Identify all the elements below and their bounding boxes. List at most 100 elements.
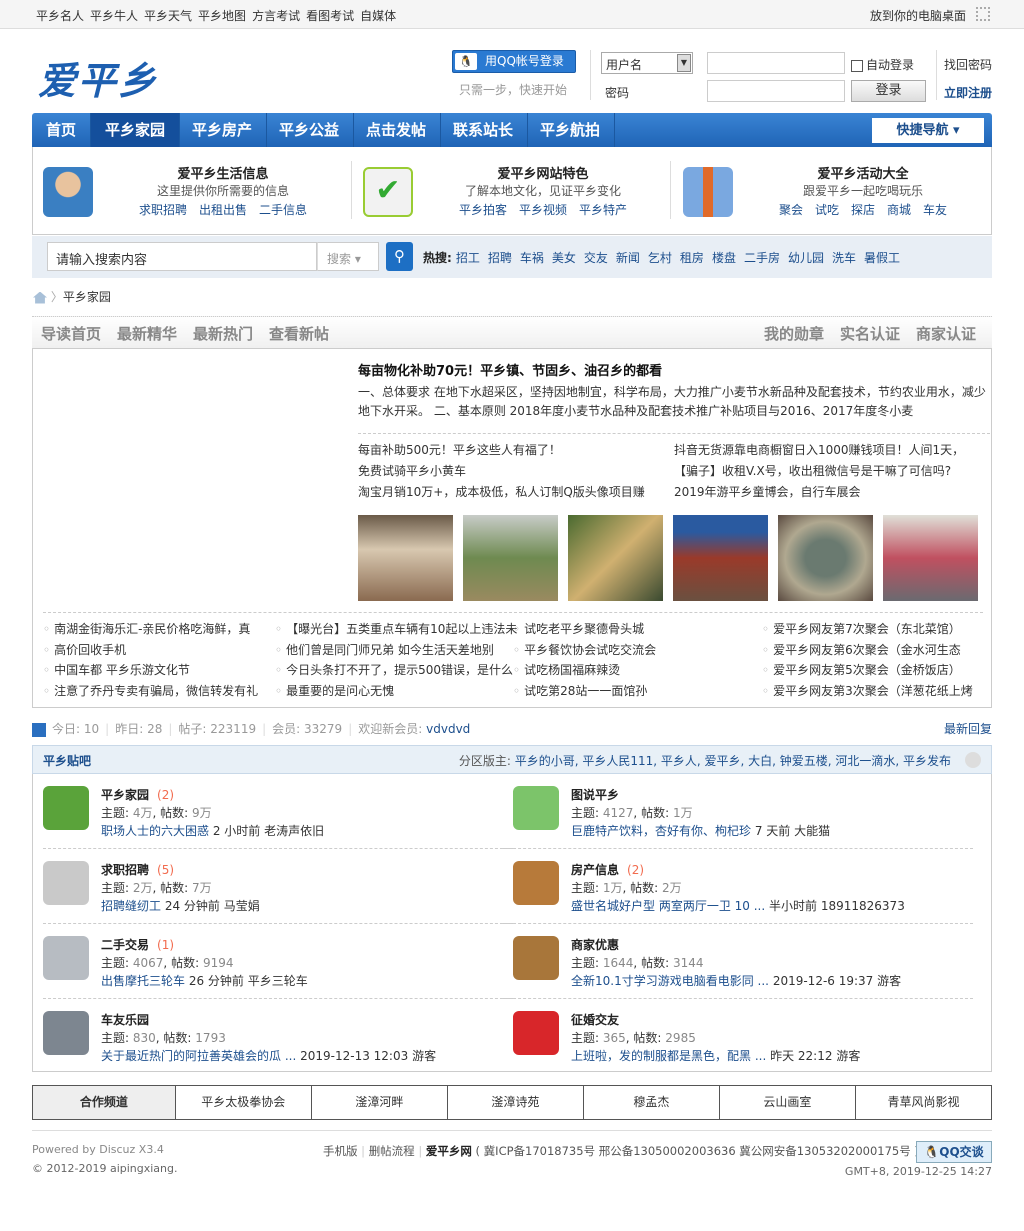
top-link[interactable]: 平乡名人	[36, 9, 84, 23]
forum-icon[interactable]	[513, 1011, 559, 1055]
list-item[interactable]: 中国车都 平乡乐游文化节	[43, 660, 258, 681]
qq-login-button[interactable]: 🐧 用QQ帐号登录	[452, 50, 576, 73]
forum-icon[interactable]	[43, 1011, 89, 1055]
headline-title[interactable]: 每亩物化补助70元！平乡镇、节固乡、油召乡的都看	[358, 360, 662, 379]
news-item[interactable]: 免费试骑平乡小黄车	[358, 461, 645, 482]
forum-name[interactable]: 图说平乡	[571, 788, 619, 802]
section-title[interactable]: 平乡贴吧	[43, 752, 91, 769]
forum-name[interactable]: 二手交易	[101, 938, 149, 952]
forum-name[interactable]: 求职招聘	[101, 863, 149, 877]
last-post-author[interactable]: 游客	[412, 1049, 436, 1063]
last-post-author[interactable]: 18911826373	[821, 899, 905, 913]
forum-name[interactable]: 征婚交友	[571, 1013, 619, 1027]
feature-link[interactable]: 平乡拍客	[459, 203, 507, 217]
new-member-link[interactable]: vdvdvd	[426, 722, 470, 736]
hot-keyword[interactable]: 招聘	[488, 251, 512, 265]
feature-link[interactable]: 平乡特产	[579, 203, 627, 217]
qq-talk-button[interactable]: 🐧QQ交谈	[916, 1141, 992, 1163]
forum-icon[interactable]	[513, 936, 559, 980]
subnav-new[interactable]: 查看新帖	[269, 323, 329, 344]
list-item[interactable]: 爱平乡网友第6次聚会（金水河生态	[762, 640, 973, 661]
hot-keyword[interactable]: 车祸	[520, 251, 544, 265]
last-post-link[interactable]: 全新10.1寸学习游戏电脑看电影同 ...	[571, 974, 769, 988]
hot-keyword[interactable]: 美女	[552, 251, 576, 265]
list-item[interactable]: 高价回收手机	[43, 640, 258, 661]
site-link[interactable]: 爱平乡网	[426, 1144, 472, 1158]
login-button[interactable]: 登录	[851, 80, 926, 102]
list-item[interactable]: 他们曾是同门师兄弟 如今生活天差地别	[275, 640, 517, 661]
top-link[interactable]: 平乡天气	[144, 9, 192, 23]
subnav-hot[interactable]: 最新热门	[193, 323, 253, 344]
nav-home[interactable]: 首页	[32, 113, 92, 147]
nav-post[interactable]: 点击发帖	[352, 113, 442, 147]
nav-pingxiang-home[interactable]: 平乡家园	[91, 113, 181, 147]
list-item[interactable]: 【曝光台】五类重点车辆有10起以上违法未	[275, 619, 517, 640]
login-type-select[interactable]: 用户名 ▼	[601, 52, 693, 74]
forum-name[interactable]: 平乡家园	[101, 788, 149, 802]
last-post-author[interactable]: 马莹娟	[224, 899, 260, 913]
hot-keyword[interactable]: 招工	[456, 251, 480, 265]
top-link[interactable]: 平乡牛人	[90, 9, 138, 23]
hot-keyword[interactable]: 洗车	[832, 251, 856, 265]
home-icon[interactable]	[33, 291, 47, 304]
subnav-merchant[interactable]: 商家认证	[916, 323, 976, 344]
list-item[interactable]: 平乡餐饮协会试吃交流会	[513, 640, 656, 661]
forum-name[interactable]: 房产信息	[571, 863, 619, 877]
hot-keyword[interactable]: 乞村	[648, 251, 672, 265]
last-post-author[interactable]: 游客	[877, 974, 901, 988]
subnav-digest[interactable]: 最新精华	[117, 323, 177, 344]
quick-nav-button[interactable]: 快捷导航 ▾	[872, 118, 984, 143]
list-item[interactable]: 最重要的是问心无愧	[275, 681, 517, 702]
hot-keyword[interactable]: 暑假工	[864, 251, 900, 265]
partner-link[interactable]: 滏漳诗苑	[446, 1086, 583, 1119]
photo-thumbnail[interactable]	[463, 515, 558, 601]
last-post-link[interactable]: 盛世名城好户型 两室两厅一卫 10 ...	[571, 899, 765, 913]
forum-icon[interactable]	[513, 786, 559, 830]
feature-link[interactable]: 试吃	[815, 203, 839, 217]
last-post-link[interactable]: 职场人士的六大困惑	[101, 824, 209, 838]
breadcrumb-current[interactable]: 平乡家园	[63, 290, 111, 304]
search-button[interactable]: ⚲	[386, 242, 413, 271]
nav-aerial[interactable]: 平乡航拍	[526, 113, 616, 147]
forum-name[interactable]: 车友乐园	[101, 1013, 149, 1027]
top-link[interactable]: 自媒体	[360, 9, 396, 23]
forum-icon[interactable]	[43, 786, 89, 830]
list-item[interactable]: 爱平乡网友第5次聚会（金桥饭店）	[762, 660, 973, 681]
news-item[interactable]: 每亩补助500元！平乡这些人有福了！	[358, 440, 645, 461]
partner-link[interactable]: 青草风尚影视	[854, 1086, 991, 1119]
list-item[interactable]: 试吃杨国福麻辣烫	[513, 660, 656, 681]
forum-icon[interactable]	[43, 936, 89, 980]
hot-keyword[interactable]: 楼盘	[712, 251, 736, 265]
feature-link[interactable]: 商城	[887, 203, 911, 217]
last-post-author[interactable]: 大能猫	[794, 824, 830, 838]
news-item[interactable]: 2019年游平乡童博会，自行车展会	[674, 482, 964, 503]
partner-link[interactable]: 穆孟杰	[582, 1086, 719, 1119]
nav-charity[interactable]: 平乡公益	[265, 113, 355, 147]
news-item[interactable]: 淘宝月销10万+，成本极低，私人订制Q版头像项目赚	[358, 482, 645, 503]
feature-link[interactable]: 探店	[851, 203, 875, 217]
fullscreen-icon[interactable]	[976, 7, 990, 21]
photo-thumbnail[interactable]	[568, 515, 663, 601]
feature-link[interactable]: 求职招聘	[139, 203, 187, 217]
list-item[interactable]: 注意了乔丹专卖有骗局，微信转发有礼	[43, 681, 258, 702]
register-link[interactable]: 立即注册	[944, 84, 992, 101]
photo-thumbnail[interactable]	[673, 515, 768, 601]
moderators-list[interactable]: 平乡的小哥, 平乡人民111, 平乡人, 爱平乡, 大白, 钟爱五楼, 河北一滴…	[515, 754, 951, 768]
last-post-link[interactable]: 上班啦，发的制服都是黑色，配黑 ...	[571, 1049, 766, 1063]
icp-record[interactable]: ( 冀ICP备17018735号 邢公备13050002003636 冀公网安备…	[476, 1144, 919, 1158]
top-link[interactable]: 方言考试	[252, 9, 300, 23]
password-input[interactable]	[707, 80, 845, 102]
last-post-author[interactable]: 老涛声依旧	[264, 824, 324, 838]
latest-reply-link[interactable]: 最新回复	[944, 720, 992, 737]
forum-name[interactable]: 商家优惠	[571, 938, 619, 952]
forum-icon[interactable]	[513, 861, 559, 905]
last-post-link[interactable]: 关于最近热门的阿拉善英雄会的瓜 ...	[101, 1049, 296, 1063]
feature-link[interactable]: 平乡视频	[519, 203, 567, 217]
subnav-verify[interactable]: 实名认证	[840, 323, 900, 344]
news-item[interactable]: 【骗子】收租V.X号，收出租微信号是干嘛了可信吗?	[674, 461, 964, 482]
last-post-link[interactable]: 出售摩托三轮车	[101, 974, 185, 988]
search-input[interactable]: 请输入搜索内容	[47, 242, 317, 271]
search-type-select[interactable]: 搜索 ▾	[317, 242, 379, 271]
nav-contact[interactable]: 联系站长	[439, 113, 529, 147]
find-password-link[interactable]: 找回密码	[944, 56, 992, 73]
